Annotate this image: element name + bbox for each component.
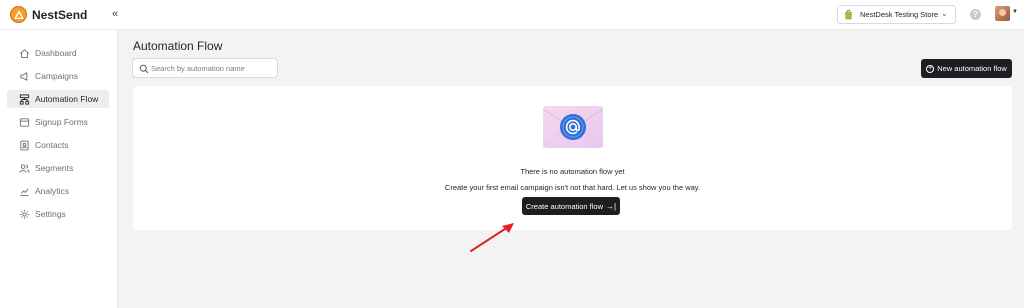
email-envelope-icon [542,106,604,148]
search-icon [139,64,149,74]
sidebar-item-segments[interactable]: Segments [7,159,109,177]
form-icon [18,116,30,128]
nestsend-logo-icon[interactable] [10,6,27,23]
sidebar-item-label: Settings [35,209,66,219]
sidebar-item-analytics[interactable]: Analytics [7,182,109,200]
sidebar-item-dashboard[interactable]: Dashboard [7,44,109,62]
create-automation-flow-label: Create automation flow [525,201,604,211]
search-input[interactable] [151,61,273,75]
sidebar-item-label: Signup Forms [35,117,88,127]
chevron-down-icon: ⌄ [941,9,948,18]
store-name: NestDesk Testing Store [860,10,939,19]
help-icon[interactable]: ? [970,9,981,20]
create-automation-flow-button[interactable]: Create automation flow →| [522,197,620,215]
empty-state-subtitle: Create your first email campaign isn't n… [444,183,701,192]
arrow-right-to-line-icon: →| [606,201,617,211]
sidebar-item-automation-flow[interactable]: Automation Flow [7,90,109,108]
empty-state-title: There is no automation flow yet [520,167,625,176]
sidebar-item-label: Automation Flow [35,94,99,104]
store-selector[interactable]: NestDesk Testing Store ⌄ [837,5,956,24]
gear-icon [18,208,30,220]
sidebar: Dashboard Campaigns Automation Flow Sign… [0,30,118,308]
plus-circle-icon: + [926,64,935,73]
segments-icon [18,162,30,174]
home-icon [18,47,30,59]
contacts-icon [18,139,30,151]
sidebar-item-label: Contacts [35,140,69,150]
annotation-arrow [470,223,514,252]
sidebar-item-label: Dashboard [35,48,77,58]
page-title: Automation Flow [133,39,223,53]
analytics-icon [18,185,30,197]
sidebar-item-settings[interactable]: Settings [7,205,109,223]
empty-state-card: There is no automation flow yet Create y… [133,86,1012,230]
flow-icon [18,93,30,105]
shopify-bag-icon [845,9,852,20]
megaphone-icon [18,70,30,82]
caret-down-icon[interactable]: ▼ [1012,9,1018,15]
new-automation-flow-button[interactable]: + New automation flow [921,59,1012,78]
app-name[interactable]: NestSend [32,8,87,22]
sidebar-item-label: Analytics [35,186,70,196]
sidebar-item-contacts[interactable]: Contacts [7,136,109,154]
avatar[interactable] [995,6,1010,21]
sidebar-item-signup-forms[interactable]: Signup Forms [7,113,109,131]
sidebar-item-label: Campaigns [35,71,78,81]
new-automation-flow-label: New automation flow [937,64,1007,73]
sidebar-item-label: Segments [35,163,74,173]
search-box[interactable] [132,58,278,78]
collapse-sidebar-icon[interactable]: « [108,7,122,21]
sidebar-item-campaigns[interactable]: Campaigns [7,67,109,85]
top-bar: NestSend « NestDesk Testing Store ⌄ ? ▼ [0,0,1024,30]
